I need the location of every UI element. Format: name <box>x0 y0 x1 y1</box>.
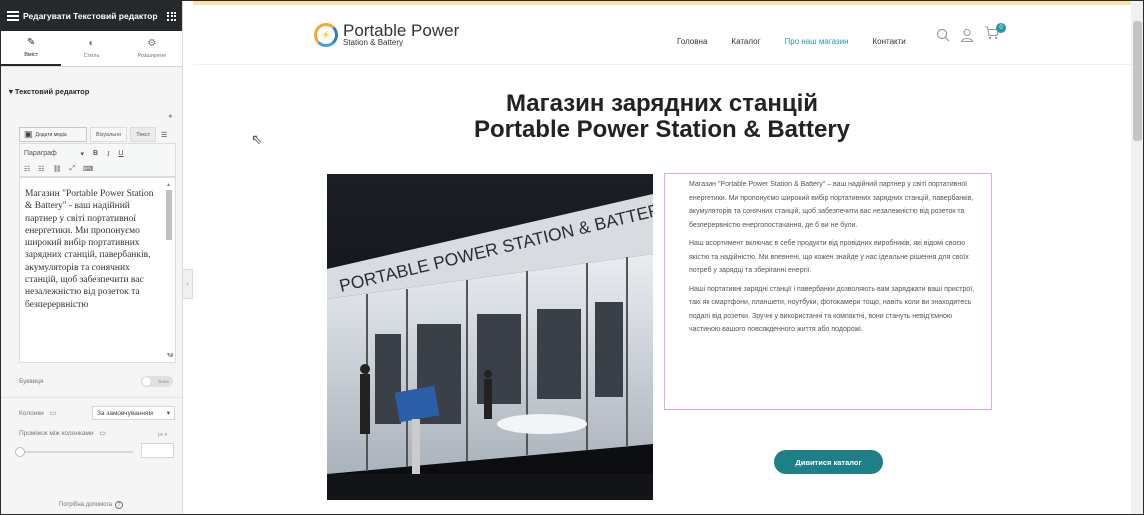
columns-label-text: Колонки <box>19 410 44 417</box>
view-catalog-button[interactable]: Дивитися каталог <box>774 450 883 474</box>
nav-contacts[interactable]: Контакти <box>872 37 905 46</box>
about-paragraph-1: Магазин "Portable Power Station & Batter… <box>689 181 974 229</box>
gap-label-text: Проміжок між колонками <box>19 430 94 437</box>
add-media-button[interactable]: ▣ Додати медіа <box>19 127 87 142</box>
help-link[interactable]: Потрібна допомога ? <box>59 501 123 509</box>
responsive-monitor-icon[interactable]: ▭ <box>46 410 57 417</box>
collapse-panel-button[interactable]: ‹ <box>183 269 193 299</box>
site-preview: ⚡ Portable Power Station & Battery Голов… <box>193 1 1131 514</box>
cart-count-badge: 0 <box>996 23 1006 33</box>
section-title[interactable]: ▾ Текстовий редактор <box>9 87 89 96</box>
format-select-value: Параграф <box>24 149 57 157</box>
gear-icon: ⚙ <box>147 37 157 49</box>
page-scrollbar[interactable] <box>1131 1 1143 514</box>
slider-knob[interactable] <box>15 447 25 457</box>
panel-title: Редагувати Текстовий редактор <box>23 10 158 21</box>
tab-visual[interactable]: Візуально <box>90 127 128 142</box>
text-editor-widget[interactable]: Магазин "Portable Power Station & Batter… <box>664 173 992 410</box>
logo-line2: Station & Battery <box>343 38 404 47</box>
numbered-list-icon[interactable]: ☷ <box>38 165 44 173</box>
text-editor: ▣ Додати медіа Візуально Текст ☰ Парагра… <box>19 127 176 369</box>
chevron-down-icon: ▾ <box>166 410 170 417</box>
dropcap-toggle-label: Вимк <box>158 379 169 384</box>
store-photo: PORTABLE POWER STATION & BATTERY <box>327 174 653 500</box>
page-title-line1: Магазин зарядних станцій <box>505 90 819 117</box>
logo-mark-icon: ⚡ <box>314 23 338 47</box>
textarea-scrollbar[interactable]: ▲ ▼ <box>165 182 173 358</box>
tab-text[interactable]: Текст <box>130 127 157 142</box>
italic-button[interactable]: I <box>107 150 109 158</box>
tab-content-label: Вміст <box>24 51 39 58</box>
resize-handle-icon[interactable]: ◢ <box>168 349 173 361</box>
content-text: Магазин "Portable Power Station & Batter… <box>25 189 154 310</box>
site-logo[interactable]: ⚡ Portable Power Station & Battery <box>314 21 460 47</box>
about-paragraph-2: Наш асортимент включає в себе продукти в… <box>689 240 969 274</box>
tab-style-label: Стиль <box>83 52 100 59</box>
ai-assist-icon[interactable]: ✦ <box>167 112 174 121</box>
logo-line1: Portable Power <box>343 21 460 40</box>
editor-panel: Редагувати Текстовий редактор ✎ Вміст ◐ … <box>1 1 183 514</box>
media-icon: ▣ <box>24 129 33 139</box>
pencil-icon: ✎ <box>26 36 36 48</box>
question-icon: ? <box>114 501 123 509</box>
toolbar-toggle-icon[interactable]: ☰ <box>159 127 169 142</box>
tab-advanced-label: Розширене <box>137 52 167 59</box>
cart-icon[interactable]: 0 <box>984 23 1006 44</box>
gap-label: Проміжок між колонками ▭ <box>19 429 106 437</box>
section-title-label: Текстовий редактор <box>14 87 90 96</box>
columns-select-value: За замовчуванням <box>97 409 153 417</box>
gap-unit-label: px <box>158 432 164 438</box>
nav-catalog[interactable]: Каталог <box>731 37 760 46</box>
gap-number-input[interactable] <box>141 443 174 458</box>
chevron-down-icon: ▾ <box>80 150 84 158</box>
tab-style[interactable]: ◐ Стиль <box>61 31 121 66</box>
panel-tabs: ✎ Вміст ◐ Стиль ⚙ Розширене <box>1 31 182 67</box>
menu-icon[interactable] <box>7 11 19 21</box>
help-label: Потрібна допомога <box>59 502 112 508</box>
bullet-list-icon[interactable]: ☷ <box>24 165 30 173</box>
bold-button[interactable]: B <box>93 150 98 157</box>
fullscreen-icon[interactable]: ⤢ <box>69 165 75 173</box>
about-paragraph-3: Наші портативні зарядні станції і паверб… <box>689 285 975 334</box>
format-select[interactable]: Параграф ▾ <box>24 150 84 158</box>
format-toolbar: Параграф ▾ B I U ☷ ☷ ⛓ ⤢ ⌨ <box>19 143 176 177</box>
widgets-grid-icon[interactable] <box>167 11 176 21</box>
columns-label: Колонки ▭ <box>19 409 56 417</box>
underline-button[interactable]: U <box>118 150 123 157</box>
link-icon[interactable]: ⛓ <box>53 165 62 173</box>
half-circle-icon: ◐ <box>88 37 95 49</box>
dropcap-label: Буквиця <box>19 378 44 385</box>
header-icons: 0 <box>936 23 1006 44</box>
page-title-line2: Portable Power Station & Battery <box>473 116 851 143</box>
panel-header: Редагувати Текстовий редактор <box>1 1 182 31</box>
user-icon[interactable] <box>960 28 974 42</box>
main-nav: Головна Каталог Про наш магазин Контакти <box>677 37 906 46</box>
mouse-cursor-icon: ⇖ <box>251 131 263 147</box>
add-media-label: Додати медіа <box>35 131 67 138</box>
keyboard-icon[interactable]: ⌨ <box>83 165 93 173</box>
nav-home[interactable]: Головна <box>677 37 707 46</box>
responsive-monitor-icon[interactable]: ▭ <box>95 430 106 437</box>
dropcap-toggle[interactable]: Вимк <box>141 376 173 387</box>
content-textarea[interactable]: Магазин "Portable Power Station & Batter… <box>19 177 176 363</box>
gap-unit[interactable]: px ▾ <box>158 432 167 438</box>
columns-select[interactable]: За замовчуванням ▾ <box>92 406 175 420</box>
search-icon[interactable] <box>936 28 950 42</box>
tab-content[interactable]: ✎ Вміст <box>1 31 62 66</box>
nav-about[interactable]: Про наш магазин <box>785 37 849 46</box>
tab-advanced[interactable]: ⚙ Розширене <box>122 31 182 66</box>
gap-slider[interactable] <box>15 447 133 457</box>
site-header: ⚡ Portable Power Station & Battery Голов… <box>193 9 1131 65</box>
